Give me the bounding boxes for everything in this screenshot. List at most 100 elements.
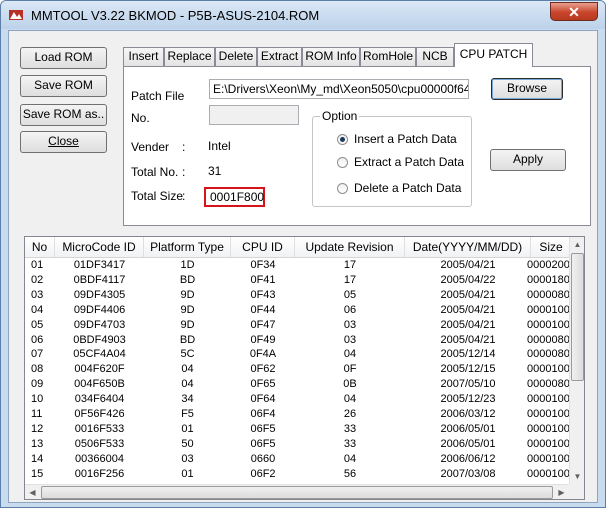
table-cell: 2007/05/10 xyxy=(440,378,496,391)
col-cpu-id[interactable]: CPU ID xyxy=(231,237,295,257)
table-row[interactable]: 05 09DF4703 9D 0F47 03 2005/04/21 0000100 xyxy=(25,318,571,332)
cpu-patch-panel: Patch File E:\Drivers\Xeon\My_md\Xeon505… xyxy=(123,66,591,226)
tab-replace[interactable]: Replace xyxy=(164,47,215,66)
scroll-down-arrow-icon[interactable]: ▼ xyxy=(570,469,584,484)
table-cell: 2005/12/15 xyxy=(440,363,496,376)
table-row[interactable]: 04 09DF4406 9D 0F44 06 2005/04/21 0000100 xyxy=(25,303,571,317)
table-row[interactable]: 10 034F6404 34 0F64 04 2005/12/23 0000100 xyxy=(25,392,571,406)
load-rom-button[interactable]: Load ROM xyxy=(20,47,107,69)
table-cell: 10 xyxy=(31,393,44,406)
table-cell: 04 xyxy=(181,378,194,391)
col-size[interactable]: Size xyxy=(531,237,571,257)
tab-insert[interactable]: Insert xyxy=(123,47,164,66)
col-date[interactable]: Date(YYYY/MM/DD) xyxy=(405,237,531,257)
horizontal-scrollbar[interactable]: ◀ ▶ xyxy=(25,484,569,499)
table-cell: 05CF4A04 xyxy=(73,348,126,361)
extract-radio-label: Extract a Patch Data xyxy=(354,155,465,169)
col-no[interactable]: No xyxy=(25,237,55,257)
table-cell: BD xyxy=(179,273,196,286)
save-rom-button[interactable]: Save ROM xyxy=(20,75,107,97)
table-cell: 06 xyxy=(343,303,357,316)
table-row[interactable]: 14 00366004 03 0660 04 2006/06/12 0000100 xyxy=(25,452,571,466)
table-row[interactable]: 13 0506F533 50 06F5 33 2006/05/01 0000100 xyxy=(25,437,571,451)
insert-patch-radio[interactable]: Insert a Patch Data xyxy=(337,132,457,146)
table-cell: 0000100 xyxy=(527,408,570,420)
table-cell: 0000100 xyxy=(527,393,570,406)
col-platform-type[interactable]: Platform Type xyxy=(144,237,231,257)
table-cell: 01 xyxy=(181,422,194,435)
table-cell: 09DF4703 xyxy=(73,318,126,331)
table-cell: 15 xyxy=(31,467,44,480)
table-cell: 004F650B xyxy=(74,378,125,391)
vertical-scrollbar[interactable]: ▲ ▼ xyxy=(569,237,584,484)
table-cell: 01 xyxy=(181,467,194,480)
table-cell: 0F44 xyxy=(250,303,276,316)
table-cell: 14 xyxy=(31,452,44,465)
table-cell: 08 xyxy=(31,363,44,376)
table-cell: 03 xyxy=(343,318,357,331)
table-cell: 0000080 xyxy=(527,378,570,391)
patch-file-field[interactable]: E:\Drivers\Xeon\My_md\Xeon5050\cpu00000f… xyxy=(209,79,469,99)
table-cell: 0BDF4117 xyxy=(73,273,126,286)
table-row[interactable]: 06 0BDF4903 BD 0F49 03 2005/04/21 0000080 xyxy=(25,333,571,347)
table-cell: 0506F533 xyxy=(74,437,125,450)
table-row[interactable]: 01 01DF3417 1D 0F34 17 2005/04/21 0000200 xyxy=(25,258,571,272)
tab-cpu-patch[interactable]: CPU PATCH xyxy=(454,43,533,67)
table-row[interactable]: 15 0016F256 01 06F2 56 2007/03/08 0000100 xyxy=(25,467,571,481)
tab-extract[interactable]: Extract xyxy=(257,47,302,66)
tab-rom-info[interactable]: ROM Info xyxy=(302,47,360,66)
table-cell: 09 xyxy=(31,378,44,391)
table-header: No MicroCode ID Platform Type CPU ID Upd… xyxy=(25,237,571,258)
col-microcode-id[interactable]: MicroCode ID xyxy=(55,237,144,257)
table-cell: 9D xyxy=(180,318,195,331)
table-cell: 2006/03/12 xyxy=(440,408,496,420)
table-cell: 0000180 xyxy=(527,273,570,286)
scroll-up-arrow-icon[interactable]: ▲ xyxy=(570,237,584,252)
delete-patch-radio[interactable]: Delete a Patch Data xyxy=(337,181,461,195)
scroll-right-arrow-icon[interactable]: ▶ xyxy=(554,485,569,499)
table-row[interactable]: 08 004F620F 04 0F62 0F 2005/12/15 0000100 xyxy=(25,362,571,376)
extract-patch-radio[interactable]: Extract a Patch Data xyxy=(337,155,464,169)
table-cell: F5 xyxy=(181,408,194,420)
vender-value: Intel xyxy=(208,139,231,153)
browse-button[interactable]: Browse xyxy=(491,78,563,100)
table-cell: 00366004 xyxy=(75,452,124,465)
no-field[interactable] xyxy=(209,105,299,125)
table-cell: 03 xyxy=(31,288,44,301)
table-cell: 2006/05/01 xyxy=(440,422,496,435)
table-cell: 0000100 xyxy=(527,363,570,376)
microcode-table[interactable]: No MicroCode ID Platform Type CPU ID Upd… xyxy=(24,236,585,500)
table-cell: 0000100 xyxy=(527,437,570,450)
total-no-label: Total No. xyxy=(131,165,179,179)
delete-radio-label: Delete a Patch Data xyxy=(354,181,462,195)
table-row[interactable]: 11 0F56F426 F5 06F4 26 2006/03/12 0000100 xyxy=(25,407,571,421)
table-row[interactable]: 12 0016F533 01 06F5 33 2006/05/01 0000100 xyxy=(25,422,571,436)
table-cell: 04 xyxy=(343,393,357,406)
window-close-button[interactable]: ✕ xyxy=(550,2,598,21)
table-row[interactable]: 09 004F650B 04 0F65 0B 2007/05/10 0000080 xyxy=(25,377,571,391)
table-cell: 06F2 xyxy=(250,467,276,480)
table-cell: 2005/04/21 xyxy=(440,259,496,271)
delete-radio-dot xyxy=(337,183,348,194)
save-rom-as-button[interactable]: Save ROM as.. xyxy=(20,104,107,126)
tab-romhole[interactable]: RomHole xyxy=(360,47,416,66)
col-update-revision[interactable]: Update Revision xyxy=(295,237,405,257)
table-cell: 0B xyxy=(343,378,357,391)
table-cell: 2005/04/21 xyxy=(440,303,496,316)
table-cell: 2005/04/21 xyxy=(440,318,496,331)
title-bar[interactable]: MMTOOL V3.22 BKMOD - P5B-ASUS-2104.ROM ✕ xyxy=(1,1,605,29)
table-cell: 9D xyxy=(180,303,195,316)
apply-button[interactable]: Apply xyxy=(490,149,566,171)
table-cell: 06F5 xyxy=(250,422,276,435)
table-row[interactable]: 03 09DF4305 9D 0F43 05 2005/04/21 0000080 xyxy=(25,288,571,302)
scroll-left-arrow-icon[interactable]: ◀ xyxy=(25,485,40,499)
horizontal-scroll-thumb[interactable] xyxy=(41,486,553,499)
table-cell: 0F34 xyxy=(250,259,276,271)
table-row[interactable]: 02 0BDF4117 BD 0F41 17 2005/04/22 0000180 xyxy=(25,273,571,287)
table-row[interactable]: 07 05CF4A04 5C 0F4A 04 2005/12/14 0000080 xyxy=(25,347,571,361)
close-button[interactable]: Close xyxy=(20,131,107,153)
tab-delete[interactable]: Delete xyxy=(215,47,257,66)
table-cell: 02 xyxy=(31,273,44,286)
tab-ncb[interactable]: NCB xyxy=(416,47,454,66)
vertical-scroll-thumb[interactable] xyxy=(571,253,584,381)
